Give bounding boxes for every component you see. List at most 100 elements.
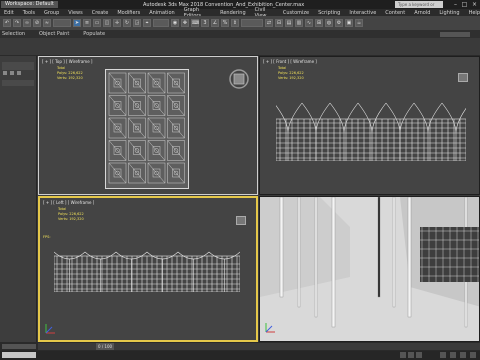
fps-counter: FPS: (43, 235, 51, 239)
redo-icon[interactable]: ↷ (13, 19, 21, 27)
pivot-center-icon[interactable]: ◉ (171, 19, 179, 27)
ribbon-tab-populate[interactable]: Populate (83, 31, 105, 37)
menu-item-edit[interactable]: Edit (4, 10, 14, 16)
last-frame-icon[interactable] (416, 352, 422, 358)
workspace-selector[interactable]: Workspace: Default (1, 1, 58, 8)
main-toolbar: ↶ ↷ ∞ ⊘ ≈ ➤ ≡ ▭ ◫ ✛ ↻ ◲ ⌖ ◉ ✥ ⌨ 3 ∠ % ⇕ … (0, 16, 480, 30)
viewport-label[interactable]: [ + ] [ Left ] [ Wireframe ] (43, 200, 94, 205)
ribbon: Selection Object Paint Populate (0, 30, 480, 38)
rendered-frame-window-icon[interactable]: ▣ (345, 19, 353, 27)
select-manipulate-icon[interactable]: ✥ (181, 19, 189, 27)
stats-verts: Verts: 192,320 (58, 217, 84, 221)
viewport-left[interactable]: [ + ] [ Left ] [ Wireframe ] Total Polys… (38, 196, 258, 342)
menu-item-modifiers[interactable]: Modifiers (117, 10, 140, 16)
menu-item-create[interactable]: Create (92, 10, 109, 16)
menu-item-content[interactable]: Content (385, 10, 405, 16)
pan-icon[interactable] (450, 352, 456, 358)
menu-item-group[interactable]: Group (44, 10, 59, 16)
select-by-name-icon[interactable]: ≡ (83, 19, 91, 27)
scene-explorer-header[interactable] (2, 62, 34, 70)
menu-bar: Edit Tools Group Views Create Modifiers Animat… (0, 7, 480, 19)
link-icon[interactable]: ∞ (23, 19, 31, 27)
reference-coordinate-dropdown[interactable] (153, 19, 169, 27)
render-setup-icon[interactable]: ⚙ (335, 19, 343, 27)
viewport-label[interactable]: [ + ] [ Top ] [ Wireframe ] (42, 59, 93, 64)
zoom-extents-icon[interactable] (440, 352, 446, 358)
ribbon-tab-selection[interactable]: Selection (2, 31, 25, 37)
stats-verts: Verts: 192,320 (57, 76, 83, 80)
viewport-statistics: Total Polys: 226,622 Verts: 192,320 (58, 207, 84, 222)
viewport-statistics: Total Polys: 226,622 Verts: 192,320 (57, 66, 83, 81)
filter-icon[interactable] (3, 71, 7, 75)
menu-item-help[interactable]: Help (469, 10, 480, 16)
next-frame-icon[interactable] (408, 352, 414, 358)
unlink-icon[interactable]: ⊘ (33, 19, 41, 27)
bind-icon[interactable]: ≈ (43, 19, 51, 27)
move-icon[interactable]: ✛ (113, 19, 121, 27)
viewcube-icon[interactable] (227, 67, 251, 91)
keyboard-shortcut-icon[interactable]: ⌨ (191, 19, 199, 27)
frame-counter[interactable]: 0 / 100 (96, 343, 115, 350)
viewport-label[interactable]: [ + ] [ Front ] [ Wireframe ] (263, 59, 317, 64)
ribbon-options[interactable] (440, 31, 470, 37)
viewcube-icon[interactable] (458, 73, 468, 82)
search-input[interactable]: Type a keyword or phrase (395, 1, 443, 14)
orbit-icon[interactable] (460, 352, 466, 358)
placement-icon[interactable]: ⌖ (143, 19, 151, 27)
schematic-view-icon[interactable]: ⊞ (315, 19, 323, 27)
ribbon-tab-object-paint[interactable]: Object Paint (39, 31, 69, 37)
snap-toggle-icon[interactable]: 3 (201, 19, 209, 27)
maximize-icon[interactable]: □ (461, 1, 468, 8)
command-input[interactable] (2, 352, 36, 358)
perspective-render (260, 197, 479, 341)
mirror-icon[interactable]: ⇄ (265, 19, 273, 27)
rectangular-selection-icon[interactable]: ▭ (93, 19, 101, 27)
maxscript-listener[interactable] (2, 344, 36, 349)
select-object-icon[interactable]: ➤ (73, 19, 81, 27)
viewport-top[interactable]: [ + ] [ Top ] [ Wireframe ] Total Polys:… (38, 56, 258, 195)
menu-item-animation[interactable]: Animation (149, 10, 175, 16)
named-selection-sets-dropdown[interactable] (241, 19, 263, 27)
render-production-icon[interactable]: ☕ (355, 19, 363, 27)
scene-explorer-icon[interactable]: ▥ (295, 19, 303, 27)
curve-editor-icon[interactable]: ∿ (305, 19, 313, 27)
play-icon[interactable] (400, 352, 406, 358)
menu-item-rendering[interactable]: Rendering (220, 10, 246, 16)
menu-item-arnold[interactable]: Arnold (414, 10, 430, 16)
top-plan-wireframe (105, 69, 189, 189)
menu-item-views[interactable]: Views (68, 10, 82, 16)
axis-tripod-icon (45, 324, 55, 334)
percent-snap-icon[interactable]: % (221, 19, 229, 27)
maximize-viewport-icon[interactable] (470, 352, 476, 358)
menu-item-lighting[interactable]: Lighting (439, 10, 459, 16)
menu-item-customize[interactable]: Customize (283, 10, 309, 16)
undo-icon[interactable]: ↶ (3, 19, 11, 27)
window-crossing-icon[interactable]: ◫ (103, 19, 111, 27)
scale-icon[interactable]: ◲ (133, 19, 141, 27)
display-icon[interactable] (10, 71, 14, 75)
angle-snap-icon[interactable]: ∠ (211, 19, 219, 27)
menu-item-scripting[interactable]: Scripting (318, 10, 340, 16)
sort-icon[interactable] (17, 71, 21, 75)
material-editor-icon[interactable]: ◍ (325, 19, 333, 27)
close-icon[interactable]: × (471, 1, 478, 8)
front-elevation-wireframe (276, 102, 466, 161)
layer-explorer-icon[interactable]: ▤ (285, 19, 293, 27)
viewport-perspective[interactable] (259, 196, 480, 342)
selection-filter-dropdown[interactable] (53, 19, 71, 27)
stats-verts: Verts: 192,320 (278, 76, 304, 80)
time-slider[interactable]: 0 / 100 (38, 343, 480, 350)
status-bar: 0 / 100 (0, 342, 480, 360)
viewport-statistics: Total Polys: 226,622 Verts: 192,320 (278, 66, 304, 81)
menu-item-tools[interactable]: Tools (23, 10, 35, 16)
spinner-snap-icon[interactable]: ⇕ (231, 19, 239, 27)
app-title: Autodesk 3ds Max 2018 Convention_And_Exh… (143, 1, 305, 8)
rotate-icon[interactable]: ↻ (123, 19, 131, 27)
viewcube-icon[interactable] (236, 216, 246, 225)
align-icon[interactable]: ⊟ (275, 19, 283, 27)
scene-explorer-search[interactable] (2, 80, 34, 86)
minimize-icon[interactable]: – (452, 1, 459, 8)
viewport-front[interactable]: [ + ] [ Front ] [ Wireframe ] Total Poly… (259, 56, 480, 195)
menu-item-interactive[interactable]: Interactive (349, 10, 376, 16)
scene-explorer-panel (0, 56, 37, 342)
